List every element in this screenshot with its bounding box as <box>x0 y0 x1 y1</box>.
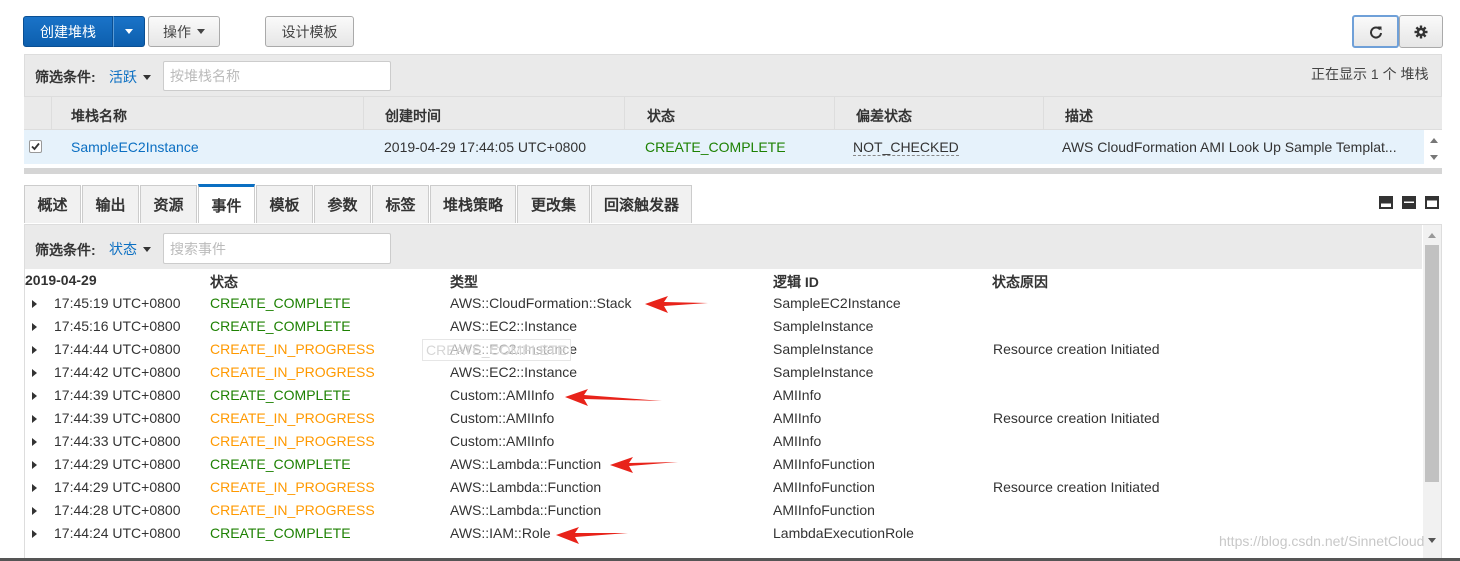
watermark: https://blog.csdn.net/SinnetCloud <box>1219 533 1425 549</box>
annotation-arrow <box>556 296 708 544</box>
annotation-arrows <box>556 296 708 544</box>
